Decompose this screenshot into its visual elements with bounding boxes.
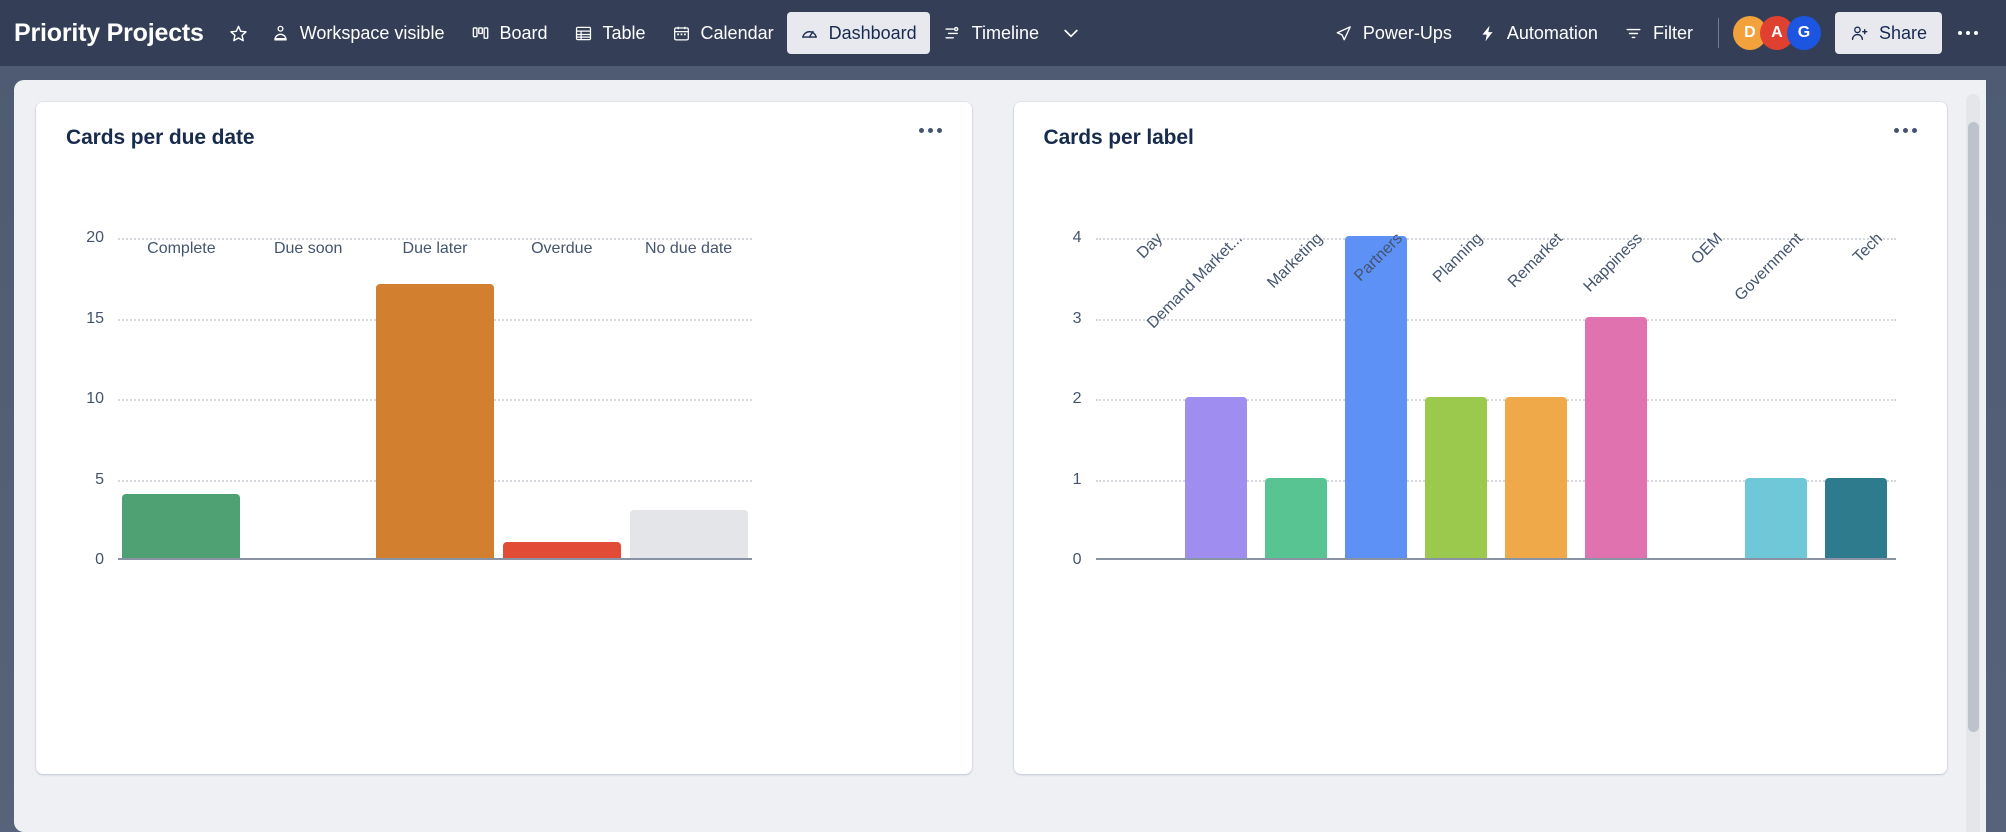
- avatar-initial: A: [1771, 24, 1783, 41]
- view-tab-calendar[interactable]: Calendar: [659, 12, 787, 54]
- x-axis-tick-label: Tech: [1849, 230, 1886, 266]
- x-axis-tick-label: Day: [1133, 230, 1166, 263]
- ellipsis-icon: [918, 128, 942, 133]
- ellipsis-icon: [1894, 128, 1917, 133]
- bar[interactable]: [1504, 397, 1567, 558]
- workspace-visibility-label: Workspace visible: [299, 22, 445, 43]
- bar[interactable]: [502, 541, 621, 558]
- bar[interactable]: [376, 284, 494, 558]
- x-axis-tick-label: Due soon: [273, 240, 343, 257]
- filter-label: Filter: [1652, 22, 1693, 43]
- scrollbar-thumb[interactable]: [1968, 122, 1979, 732]
- timeline-icon: [943, 23, 963, 43]
- y-axis-tick-label: 2: [1072, 390, 1082, 408]
- share-label: Share: [1878, 22, 1927, 43]
- filter-button[interactable]: Filter: [1611, 12, 1706, 54]
- gridline: [1095, 238, 1896, 241]
- bar[interactable]: [1264, 477, 1327, 558]
- member-avatars: D A G: [1732, 16, 1821, 50]
- y-axis-tick-label: 1: [1072, 470, 1082, 488]
- x-axis-tick-label: No due date: [645, 240, 733, 257]
- bar[interactable]: [1184, 397, 1247, 558]
- plot-area: 0 1 2 3 4 Day Demand Market... Marketing Partner…: [1073, 214, 1896, 568]
- star-icon: [229, 23, 249, 43]
- power-ups-label: Power-Ups: [1362, 22, 1452, 43]
- table-icon: [574, 23, 594, 43]
- avatar-initial: G: [1797, 24, 1811, 41]
- bolt-icon: [1478, 23, 1498, 43]
- automation-button[interactable]: Automation: [1465, 12, 1611, 54]
- filter-icon: [1624, 23, 1644, 43]
- y-axis-tick-label: 0: [95, 551, 104, 568]
- view-tab-dashboard[interactable]: Dashboard: [786, 12, 930, 54]
- view-tab-timeline-label: Timeline: [971, 22, 1040, 43]
- bar[interactable]: [1824, 477, 1887, 558]
- widget-title: Cards per due date: [66, 126, 255, 149]
- automation-label: Automation: [1506, 22, 1598, 43]
- bar[interactable]: [122, 493, 241, 558]
- board-menu-button[interactable]: [1948, 12, 1988, 54]
- views-more-button[interactable]: [1052, 12, 1090, 54]
- plot-area: 0 5 10 15 20 Complete Due soon Due later Overdue…: [86, 214, 752, 568]
- view-tab-board-label: Board: [499, 22, 548, 43]
- ellipsis-icon: [1958, 31, 1978, 35]
- x-axis-tick-label: OEM: [1687, 230, 1726, 268]
- x-axis-tick-label: Complete: [147, 240, 216, 257]
- bar[interactable]: [1584, 316, 1647, 558]
- avatar[interactable]: G: [1786, 16, 1821, 50]
- gridline: [1095, 318, 1896, 321]
- y-axis-tick-label: 0: [1072, 551, 1082, 568]
- x-axis-tick-label: Due later: [402, 240, 468, 257]
- board-title: Priority Projects: [14, 18, 204, 47]
- board-header: Priority Projects Workspace visible Boar…: [0, 0, 2006, 66]
- share-button[interactable]: Share: [1834, 12, 1942, 54]
- bar[interactable]: [1424, 397, 1487, 558]
- header-divider: [1717, 18, 1719, 48]
- bar[interactable]: [629, 509, 748, 558]
- bar-chart-cards-per-label: 0 1 2 3 4 Day Demand Market... Marketing Partner…: [1014, 214, 1948, 734]
- widget-cards-per-due-date: Cards per due date 0 5 10 15 20 Complete Due s…: [36, 102, 972, 774]
- board-canvas: Cards per due date 0 5 10 15 20 Complete Due s…: [0, 66, 2006, 832]
- widget-menu-button[interactable]: [1890, 126, 1921, 135]
- board-icon: [470, 23, 490, 43]
- y-axis-tick-label: 10: [86, 390, 104, 408]
- view-tab-dashboard-label: Dashboard: [828, 22, 917, 43]
- widget-header: Cards per label: [1014, 102, 1948, 150]
- y-axis-tick-label: 15: [86, 309, 104, 327]
- dashboard-panel: Cards per due date 0 5 10 15 20 Complete Due s…: [14, 80, 1986, 832]
- x-axis-tick-label: Overdue: [531, 240, 593, 257]
- view-tab-board[interactable]: Board: [457, 12, 560, 54]
- view-tab-calendar-label: Calendar: [700, 22, 774, 43]
- widget-title: Cards per label: [1043, 126, 1194, 149]
- y-axis-tick-label: 4: [1072, 229, 1082, 247]
- view-tab-table[interactable]: Table: [561, 12, 659, 54]
- y-axis-tick-label: 5: [95, 470, 104, 488]
- widget-cards-per-label: Cards per label 0 1 2 3 4 Day Demand Market...…: [1013, 102, 1948, 774]
- y-axis-tick-label: 20: [86, 229, 104, 247]
- dashboard-icon: [800, 23, 820, 43]
- calendar-icon: [672, 23, 692, 43]
- widget-menu-button[interactable]: [915, 126, 946, 135]
- vertical-scrollbar[interactable]: [1966, 94, 1980, 832]
- bar[interactable]: [1344, 236, 1407, 558]
- y-axis-tick-label: 3: [1072, 309, 1082, 327]
- bar[interactable]: [1744, 477, 1807, 558]
- avatar-initial: D: [1744, 24, 1756, 41]
- person-add-icon: [1850, 23, 1870, 43]
- workspace-visibility-button[interactable]: Workspace visible: [258, 12, 458, 54]
- x-axis-tick-label: Government: [1731, 230, 1806, 305]
- dashboard-widget-grid: Cards per due date 0 5 10 15 20 Complete Due s…: [14, 80, 1969, 832]
- rocket-icon: [1334, 23, 1354, 43]
- people-visibility-icon: [271, 23, 291, 43]
- power-ups-button[interactable]: Power-Ups: [1321, 12, 1465, 54]
- bar-chart-cards-per-due-date: 0 5 10 15 20 Complete Due soon Due later Overdue…: [36, 214, 972, 734]
- chevron-down-icon: [1061, 23, 1081, 43]
- view-tab-table-label: Table: [602, 22, 646, 43]
- view-tab-timeline[interactable]: Timeline: [930, 12, 1052, 54]
- widget-header: Cards per due date: [36, 102, 972, 150]
- star-board-button[interactable]: [220, 12, 258, 54]
